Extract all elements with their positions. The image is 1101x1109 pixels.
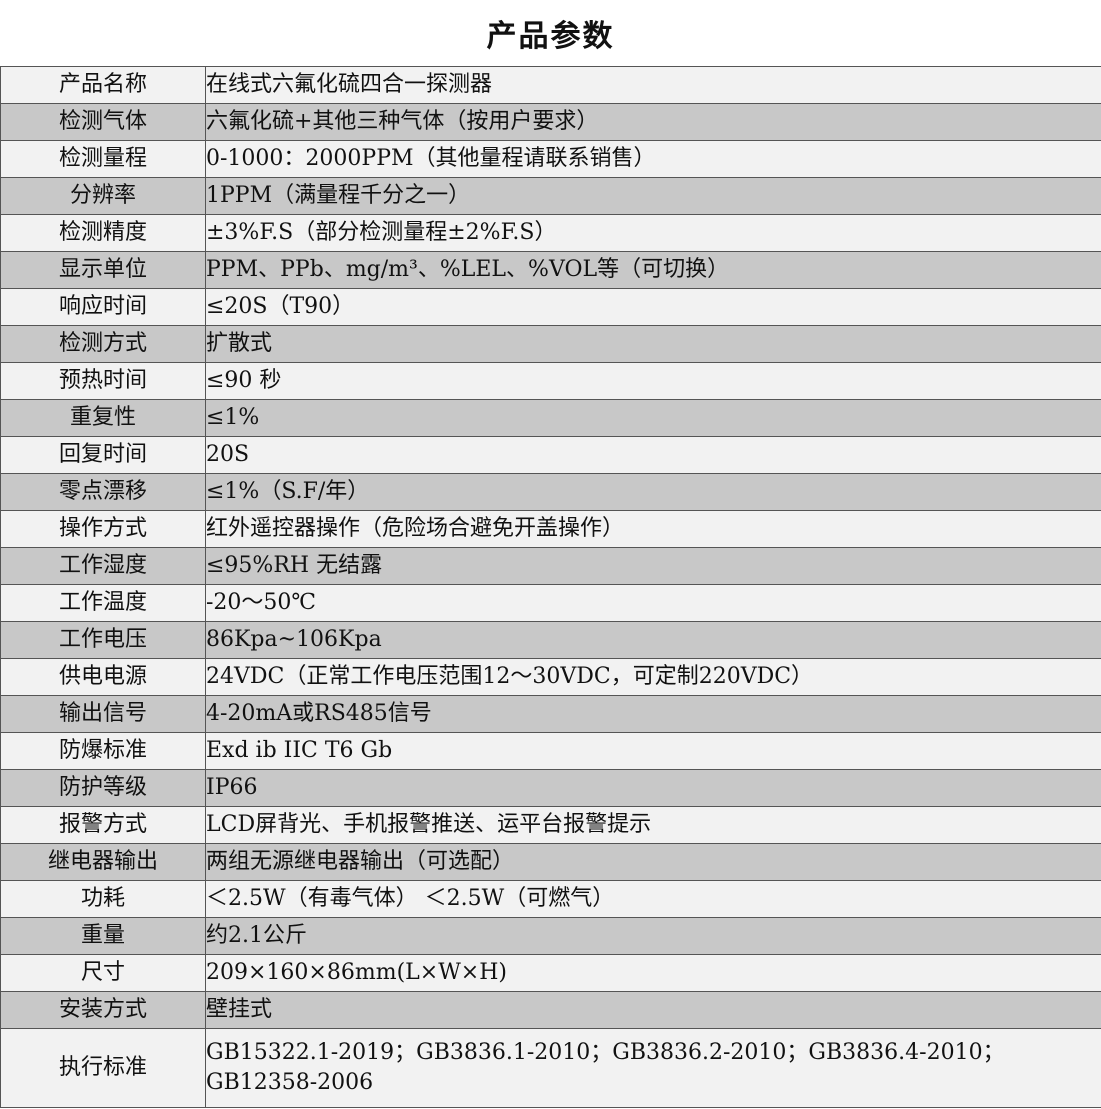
table-row: 显示单位 PPM、PPb、mg/m³、%LEL、%VOL等（可切换） <box>0 251 1101 289</box>
param-name: 零点漂移 <box>0 473 206 511</box>
param-value: ＜2.5W（有毒气体） ＜2.5W（可燃气） <box>205 880 1101 918</box>
param-value: ±3%F.S（部分检测量程±2%F.S） <box>205 214 1101 252</box>
table-row: 防护等级 IP66 <box>0 769 1101 807</box>
param-value: 扩散式 <box>205 325 1101 363</box>
table-row: 响应时间 ≤20S（T90） <box>0 288 1101 326</box>
param-name: 工作电压 <box>0 621 206 659</box>
param-value: 红外遥控器操作（危险场合避免开盖操作） <box>205 510 1101 548</box>
table-row: 检测气体 六氟化硫+其他三种气体（按用户要求） <box>0 103 1101 141</box>
param-value: 4-20mA或RS485信号 <box>205 695 1101 733</box>
param-value: 壁挂式 <box>205 991 1101 1029</box>
param-value: 六氟化硫+其他三种气体（按用户要求） <box>205 103 1101 141</box>
param-name: 重复性 <box>0 399 206 437</box>
param-name: 预热时间 <box>0 362 206 400</box>
param-value: 86Kpa~106Kpa <box>205 621 1101 659</box>
param-value: ≤95%RH 无结露 <box>205 547 1101 585</box>
param-value: 两组无源继电器输出（可选配） <box>205 843 1101 881</box>
param-name: 防护等级 <box>0 769 206 807</box>
param-name: 分辨率 <box>0 177 206 215</box>
table-row: 报警方式 LCD屏背光、手机报警推送、运平台报警提示 <box>0 806 1101 844</box>
table-row: 尺寸 209×160×86mm(L×W×H) <box>0 954 1101 992</box>
param-name: 报警方式 <box>0 806 206 844</box>
table-row: 防爆标准 Exd ib IIC T6 Gb <box>0 732 1101 770</box>
param-value: Exd ib IIC T6 Gb <box>205 732 1101 770</box>
param-name: 防爆标准 <box>0 732 206 770</box>
table-row: 分辨率 1PPM（满量程千分之一） <box>0 177 1101 215</box>
table-row: 重复性 ≤1% <box>0 399 1101 437</box>
table-row: 产品名称 在线式六氟化硫四合一探测器 <box>0 66 1101 104</box>
page-title: 产品参数 <box>486 19 615 54</box>
table-row: 零点漂移 ≤1%（S.F/年） <box>0 473 1101 511</box>
table-row: 功耗 ＜2.5W（有毒气体） ＜2.5W（可燃气） <box>0 880 1101 918</box>
param-value: 209×160×86mm(L×W×H) <box>205 954 1101 992</box>
param-name: 检测方式 <box>0 325 206 363</box>
param-value: LCD屏背光、手机报警推送、运平台报警提示 <box>205 806 1101 844</box>
table-row: 重量 约2.1公斤 <box>0 917 1101 955</box>
param-value: ≤1%（S.F/年） <box>205 473 1101 511</box>
param-value: PPM、PPb、mg/m³、%LEL、%VOL等（可切换） <box>205 251 1101 289</box>
table-row: 检测量程 0-1000：2000PPM（其他量程请联系销售） <box>0 140 1101 178</box>
param-name: 输出信号 <box>0 695 206 733</box>
param-name: 功耗 <box>0 880 206 918</box>
param-name: 安装方式 <box>0 991 206 1029</box>
param-name: 操作方式 <box>0 510 206 548</box>
table-row: 继电器输出 两组无源继电器输出（可选配） <box>0 843 1101 881</box>
spec-table: 产品名称 在线式六氟化硫四合一探测器 检测气体 六氟化硫+其他三种气体（按用户要求）… <box>0 66 1101 1108</box>
table-row: 预热时间 ≤90 秒 <box>0 362 1101 400</box>
table-row: 安装方式 壁挂式 <box>0 991 1101 1029</box>
table-row: 执行标准 GB15322.1-2019；GB3836.1-2010；GB3836.… <box>0 1028 1101 1108</box>
param-value: ≤1% <box>205 399 1101 437</box>
param-name: 检测精度 <box>0 214 206 252</box>
param-value: 24VDC（正常工作电压范围12～30VDC，可定制220VDC） <box>205 658 1101 696</box>
param-name: 重量 <box>0 917 206 955</box>
param-name: 检测量程 <box>0 140 206 178</box>
table-row: 工作湿度 ≤95%RH 无结露 <box>0 547 1101 585</box>
table-row: 工作温度 -20～50℃ <box>0 584 1101 622</box>
table-row: 供电电源 24VDC（正常工作电压范围12～30VDC，可定制220VDC） <box>0 658 1101 696</box>
param-name: 供电电源 <box>0 658 206 696</box>
table-row: 检测方式 扩散式 <box>0 325 1101 363</box>
param-name: 检测气体 <box>0 103 206 141</box>
param-name: 工作湿度 <box>0 547 206 585</box>
param-value: 1PPM（满量程千分之一） <box>205 177 1101 215</box>
table-row: 工作电压 86Kpa~106Kpa <box>0 621 1101 659</box>
param-name: 继电器输出 <box>0 843 206 881</box>
param-name: 响应时间 <box>0 288 206 326</box>
table-row: 检测精度 ±3%F.S（部分检测量程±2%F.S） <box>0 214 1101 252</box>
param-value: ≤20S（T90） <box>205 288 1101 326</box>
table-row: 回复时间 20S <box>0 436 1101 474</box>
param-name: 回复时间 <box>0 436 206 474</box>
param-name: 工作温度 <box>0 584 206 622</box>
param-value: 0-1000：2000PPM（其他量程请联系销售） <box>205 140 1101 178</box>
param-name: 执行标准 <box>0 1028 206 1108</box>
param-value: 在线式六氟化硫四合一探测器 <box>205 66 1101 104</box>
param-name: 显示单位 <box>0 251 206 289</box>
param-value: -20～50℃ <box>205 584 1101 622</box>
param-value: GB15322.1-2019；GB3836.1-2010；GB3836.2-20… <box>205 1028 1101 1108</box>
param-name: 产品名称 <box>0 66 206 104</box>
param-value: 约2.1公斤 <box>205 917 1101 955</box>
param-name: 尺寸 <box>0 954 206 992</box>
table-row: 操作方式 红外遥控器操作（危险场合避免开盖操作） <box>0 510 1101 548</box>
param-value: 20S <box>205 436 1101 474</box>
table-row: 输出信号 4-20mA或RS485信号 <box>0 695 1101 733</box>
param-value: IP66 <box>205 769 1101 807</box>
param-value: ≤90 秒 <box>205 362 1101 400</box>
